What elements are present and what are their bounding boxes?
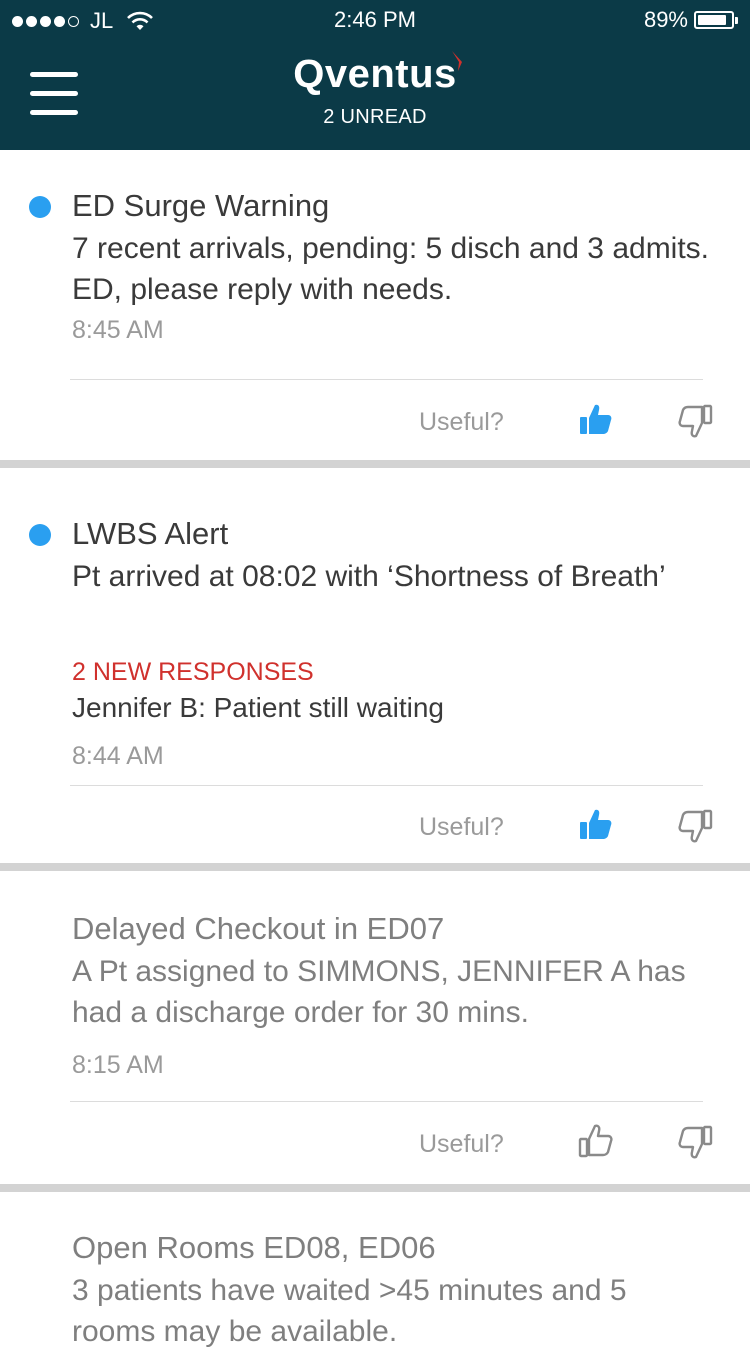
unread-dot-icon — [29, 196, 51, 218]
battery-icon — [694, 11, 734, 29]
battery-percent: 89% — [643, 7, 688, 32]
notification-body: 7 recent arrivals, pending: 5 disch and … — [72, 232, 710, 306]
app-logo: Qventus — [0, 51, 750, 97]
unread-dot-icon — [29, 524, 51, 546]
thumbs-down-icon[interactable] — [675, 403, 713, 441]
card-separator — [0, 1184, 750, 1192]
thumbs-up-icon[interactable] — [578, 401, 616, 439]
notification-time: 8:15 AM — [72, 1051, 164, 1079]
card-separator — [0, 460, 750, 468]
battery-fill — [698, 15, 727, 25]
notification-body: 3 patients have waited >45 minutes and 5… — [72, 1274, 627, 1348]
notification-body: Pt arrived at 08:02 with ‘Shortness of B… — [72, 560, 666, 593]
card-divider — [70, 379, 703, 380]
card-divider — [70, 1101, 703, 1102]
thumbs-down-icon[interactable] — [675, 808, 713, 846]
notification-card[interactable]: LWBS Alert Pt arrived at 08:02 with ‘Sho… — [0, 468, 750, 863]
notification-card[interactable]: Delayed Checkout in ED07 A Pt assigned t… — [0, 871, 750, 1184]
notification-time: 8:45 AM — [72, 316, 164, 344]
thumbs-down-icon[interactable] — [675, 1124, 713, 1162]
new-responses-badge[interactable]: 2 NEW RESPONSES — [72, 658, 314, 687]
card-separator — [0, 863, 750, 871]
clock: 2:46 PM — [334, 7, 416, 32]
notification-title: Delayed Checkout in ED07 — [72, 911, 445, 946]
useful-label: Useful? — [419, 813, 504, 841]
status-bar: JL 2:46 PM 89% — [0, 0, 750, 40]
notification-time: 8:44 AM — [72, 742, 164, 770]
notification-title: ED Surge Warning — [72, 188, 330, 223]
notification-card[interactable]: Open Rooms ED08, ED06 3 patients have wa… — [0, 1192, 750, 1352]
battery-area: 89% — [644, 7, 738, 33]
battery-tip — [735, 16, 738, 24]
notification-feed: ED Surge Warning 7 recent arrivals, pend… — [0, 150, 750, 1352]
unread-count: 2 UNREAD — [323, 106, 427, 128]
latest-reply: Jennifer B: Patient still waiting — [72, 692, 444, 723]
app-header: JL 2:46 PM 89% Qventus 2 UNREAD — [0, 0, 750, 150]
thumbs-up-icon[interactable] — [578, 1121, 616, 1159]
logo-mark-icon — [451, 51, 462, 71]
notification-body: A Pt assigned to SIMMONS, JENNIFER A has… — [72, 955, 686, 1029]
card-divider — [70, 785, 703, 786]
notification-title: LWBS Alert — [72, 516, 229, 551]
useful-label: Useful? — [419, 408, 504, 436]
notification-title: Open Rooms ED08, ED06 — [72, 1230, 436, 1265]
logo-text: Qventus — [293, 52, 457, 96]
notification-card[interactable]: ED Surge Warning 7 recent arrivals, pend… — [0, 150, 750, 460]
useful-label: Useful? — [419, 1130, 504, 1158]
thumbs-up-icon[interactable] — [578, 806, 616, 844]
